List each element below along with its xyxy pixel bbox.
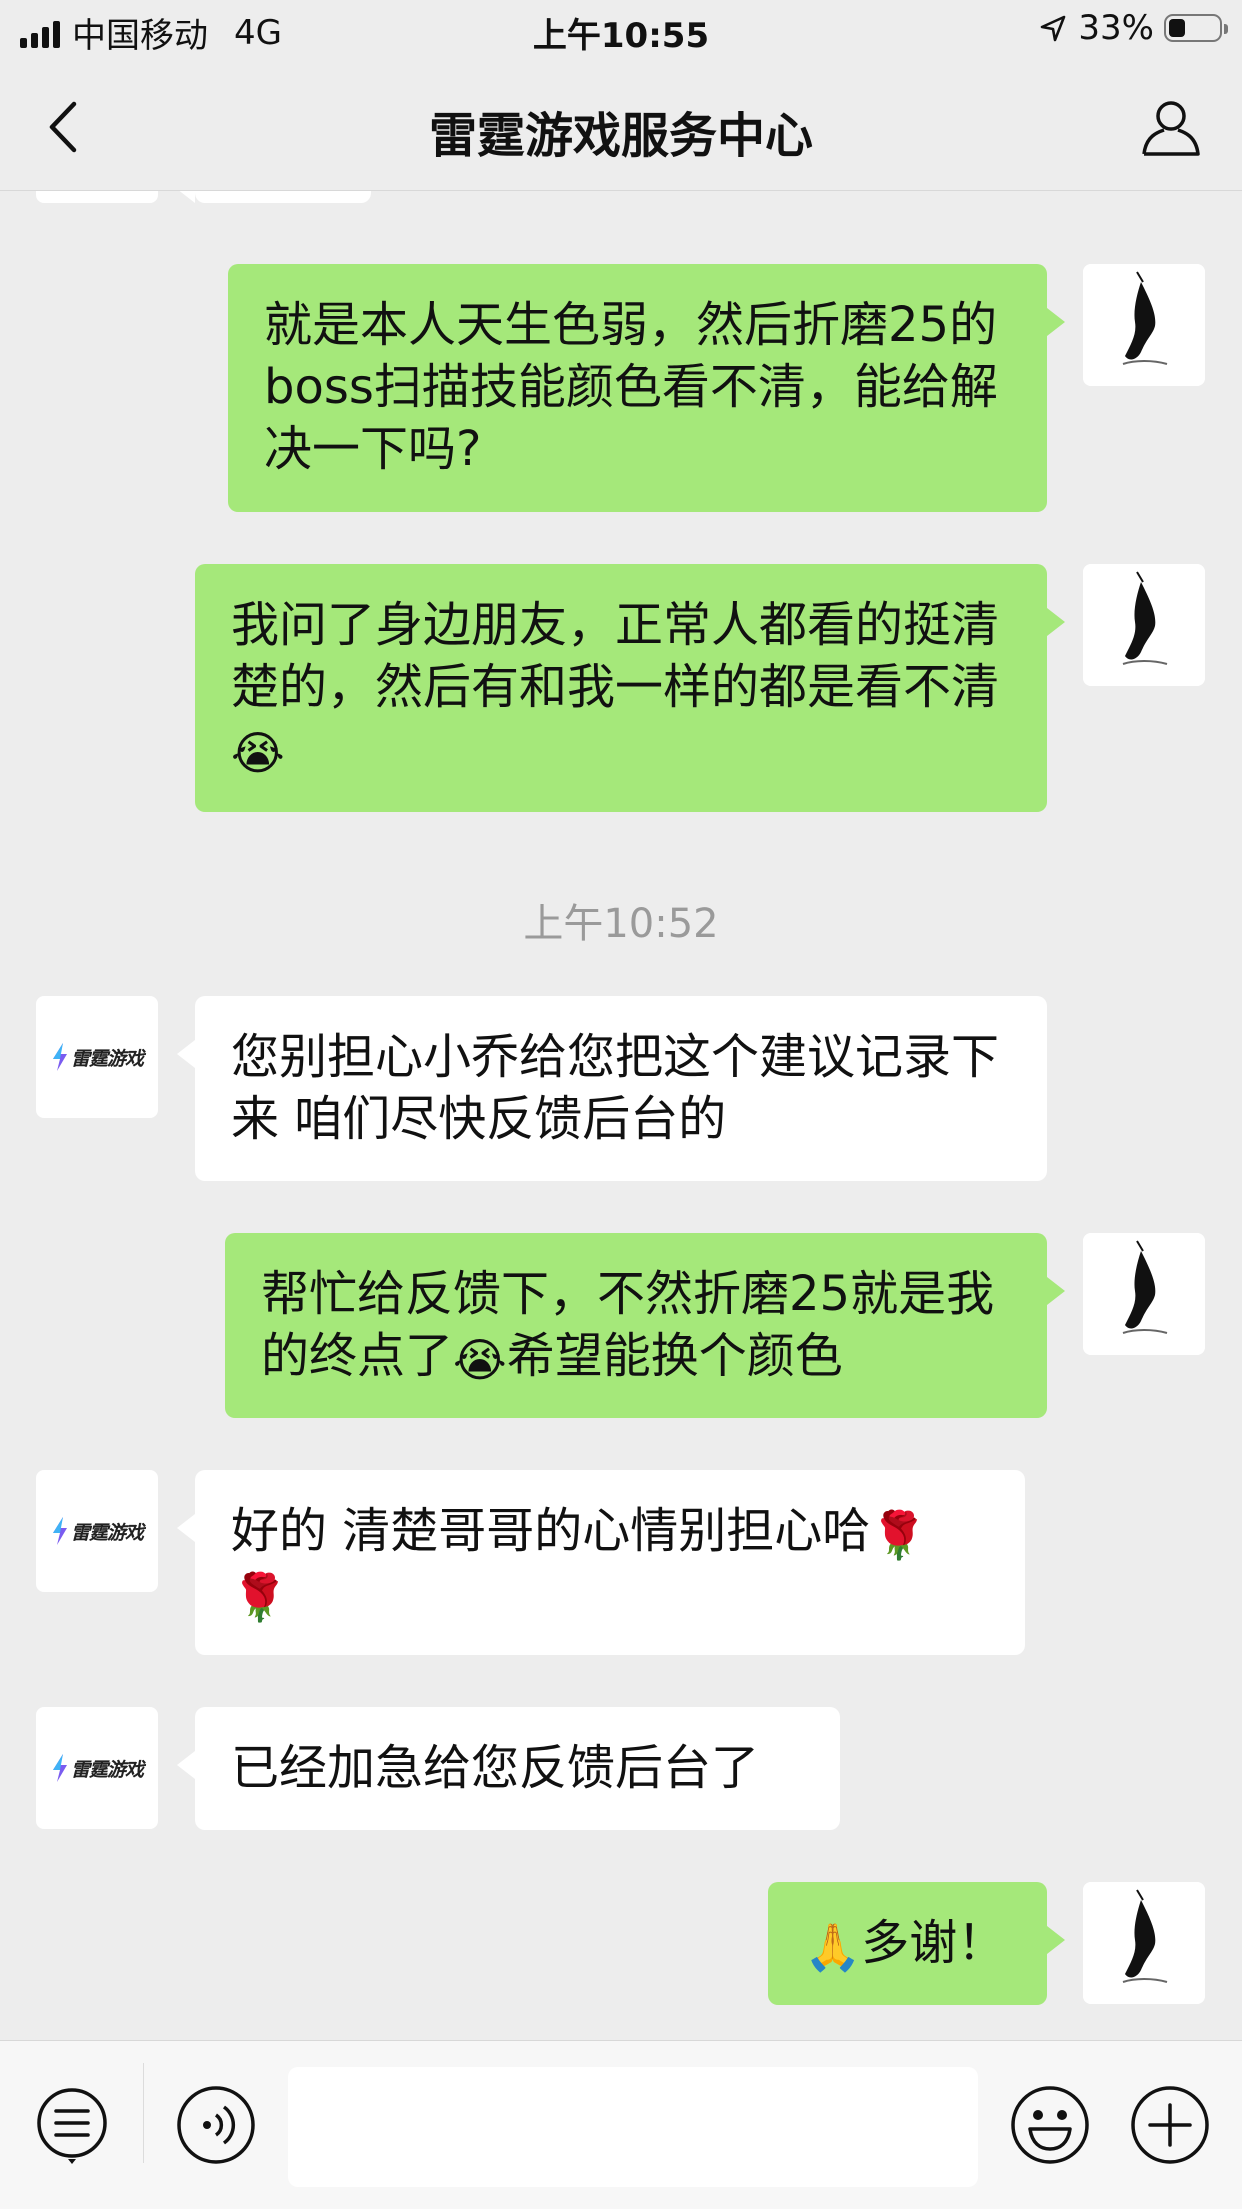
message-bubble-outgoing[interactable]: 就是本人天生色弱，然后折磨25的boss扫描技能颜色看不清，能给解决一下吗? — [228, 264, 1065, 512]
message-bubble-outgoing[interactable]: 🙏多谢！ — [768, 1882, 1065, 2005]
message-input[interactable] — [288, 2067, 978, 2187]
location-arrow-icon — [1041, 15, 1066, 42]
user-avatar[interactable] — [1083, 564, 1205, 686]
user-avatar-image — [1083, 264, 1205, 386]
partial-message-bubble — [177, 191, 371, 203]
battery-fill — [1169, 19, 1185, 37]
page-title: 雷霆游戏服务中心 — [428, 108, 813, 164]
message-text: 我问了身边朋友，正常人都看的挺清楚的，然后有和我一样的都是看不清 — [231, 597, 1000, 715]
voice-icon[interactable] — [176, 2085, 256, 2165]
menu-list-icon[interactable] — [32, 2085, 112, 2165]
message-text: 多谢！ — [861, 1915, 1006, 1971]
message-text-after: 希望能换个颜色 — [506, 1328, 843, 1384]
status-bar: 中国移动 4G 上午10:55 33% — [0, 0, 1242, 62]
user-avatar[interactable] — [1083, 1882, 1205, 2004]
brand-logo: 雷霆游戏 — [36, 996, 158, 1118]
message-text: 您别担心小乔给您把这个建议记录下来 咱们尽快反馈后台的 — [231, 1029, 1000, 1147]
profile-icon[interactable] — [1140, 96, 1202, 158]
brand-logo-text: 雷霆游戏 — [70, 1047, 144, 1070]
message-text: 好的 清楚哥哥的心情别担心哈 — [231, 1503, 871, 1559]
partial-avatar — [36, 191, 158, 203]
user-avatar-image — [1083, 564, 1205, 686]
message-bubble-incoming[interactable]: 好的 清楚哥哥的心情别担心哈🌹 🌹 — [177, 1470, 1025, 1655]
praying-hands-emoji: 🙏 — [804, 1920, 862, 1974]
user-avatar[interactable] — [1083, 264, 1205, 386]
message-text: 就是本人天生色弱，然后折磨25的boss扫描技能颜色看不清，能给解决一下吗? — [264, 297, 998, 477]
brand-logo: 雷霆游戏 — [36, 1470, 158, 1592]
battery-icon — [1164, 14, 1228, 42]
service-avatar[interactable]: 雷霆游戏 — [36, 1470, 158, 1592]
crying-laughing-emoji: 😭 — [453, 1333, 507, 1387]
message-text: 已经加急给您反馈后台了 — [231, 1740, 760, 1796]
user-avatar[interactable] — [1083, 1233, 1205, 1355]
status-right: 33% — [1038, 8, 1228, 48]
brand-logo-text: 雷霆游戏 — [70, 1521, 144, 1544]
input-toolbar — [0, 2040, 1242, 2209]
user-avatar-image — [1083, 1233, 1205, 1355]
lightning-bolt-icon — [52, 1517, 67, 1545]
user-avatar-image — [1083, 1882, 1205, 2004]
lightning-bolt-icon — [52, 1043, 67, 1071]
rose-emoji: 🌹 — [231, 1570, 289, 1624]
rose-emoji: 🌹 — [870, 1508, 928, 1562]
emoji-icon[interactable] — [1010, 2085, 1090, 2165]
message-bubble-outgoing[interactable]: 帮忙给反馈下，不然折磨25就是我的终点了😭希望能换个颜色 — [225, 1233, 1065, 1418]
message-bubble-incoming[interactable]: 您别担心小乔给您把这个建议记录下来 咱们尽快反馈后台的 — [177, 996, 1047, 1181]
service-avatar[interactable]: 雷霆游戏 — [36, 996, 158, 1118]
plus-icon[interactable] — [1130, 2085, 1210, 2165]
brand-logo-text: 雷霆游戏 — [70, 1758, 144, 1781]
battery-percent: 33% — [1078, 8, 1154, 48]
brand-logo: 雷霆游戏 — [36, 1707, 158, 1829]
message-bubble-incoming[interactable]: 已经加急给您反馈后台了 — [177, 1707, 840, 1830]
chat-area[interactable]: 就是本人天生色弱，然后折磨25的boss扫描技能颜色看不清，能给解决一下吗? 我… — [0, 191, 1242, 2041]
lightning-bolt-icon — [52, 1754, 67, 1782]
message-timestamp: 上午10:52 — [523, 901, 719, 947]
crying-laughing-emoji: 😭 — [231, 726, 285, 780]
message-bubble-outgoing[interactable]: 我问了身边朋友，正常人都看的挺清楚的，然后有和我一样的都是看不清 😭 — [195, 564, 1065, 812]
service-avatar[interactable]: 雷霆游戏 — [36, 1707, 158, 1829]
nav-bar: 雷霆游戏服务中心 — [0, 62, 1242, 191]
toolbar-divider — [143, 2063, 144, 2163]
